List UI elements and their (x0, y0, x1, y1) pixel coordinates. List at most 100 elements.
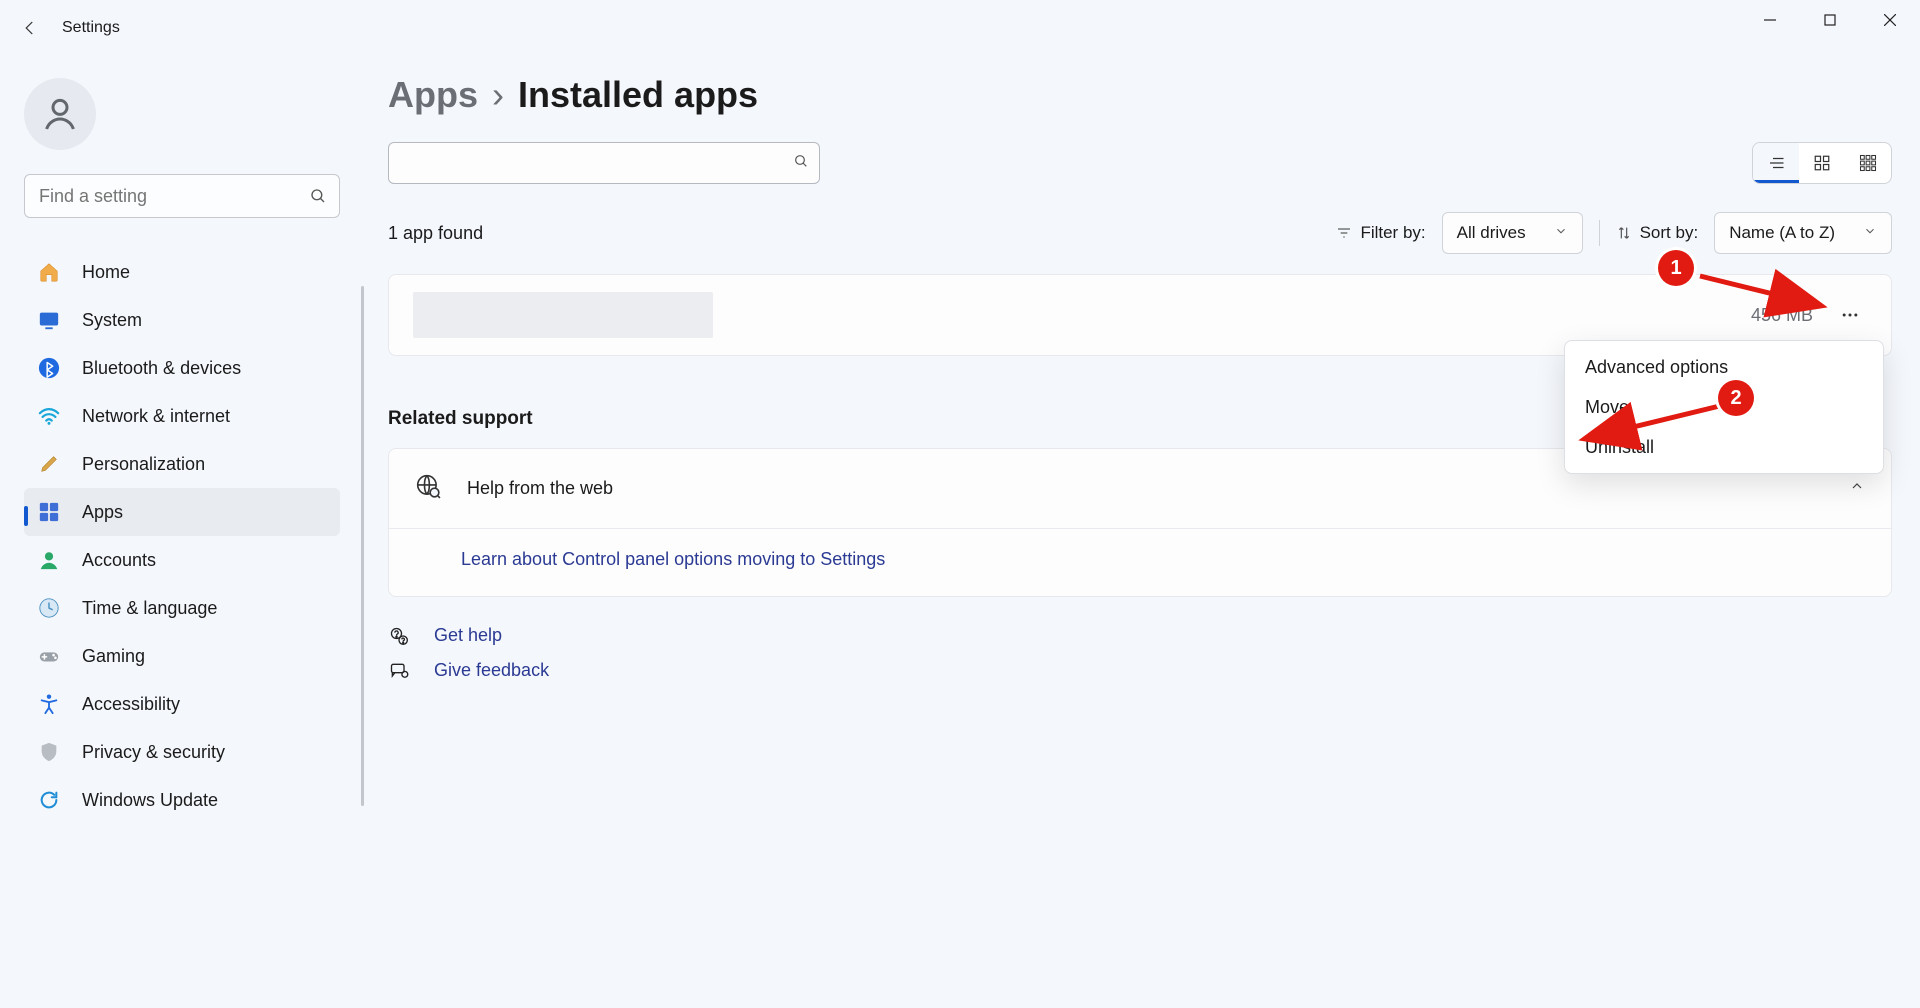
sidebar-search (24, 174, 340, 218)
sidebar-item-label: Bluetooth & devices (82, 358, 241, 379)
filter-controls: Filter by: All drives Sort by: Name (A t… (1336, 212, 1892, 254)
more-horizontal-icon (1840, 305, 1860, 325)
chevron-up-icon (1849, 478, 1865, 499)
view-tiles-button[interactable] (1845, 143, 1891, 183)
search-icon (793, 153, 809, 174)
sidebar-item-apps[interactable]: Apps (24, 488, 340, 536)
back-button[interactable] (10, 8, 50, 48)
sidebar-item-label: Apps (82, 502, 123, 523)
sort-by-label: Sort by: (1616, 223, 1699, 243)
app-name-redacted (413, 292, 713, 338)
main-content: Apps › Installed apps (364, 56, 1920, 1008)
sidebar: Home System Bluetooth & devices Network … (0, 56, 364, 1008)
bluetooth-icon (36, 355, 62, 381)
sidebar-item-home[interactable]: Home (24, 248, 340, 296)
sidebar-item-label: Home (82, 262, 130, 283)
filter-dropdown[interactable]: All drives (1442, 212, 1583, 254)
divider (1599, 220, 1600, 246)
apps-icon (36, 499, 62, 525)
filter-value: All drives (1457, 223, 1526, 243)
app-more-button[interactable] (1833, 298, 1867, 332)
app-search (388, 142, 820, 184)
minimize-icon (1764, 14, 1776, 26)
sidebar-item-time[interactable]: Time & language (24, 584, 340, 632)
sidebar-item-label: Network & internet (82, 406, 230, 427)
minimize-button[interactable] (1740, 0, 1800, 40)
update-icon (36, 787, 62, 813)
sidebar-item-label: Windows Update (82, 790, 218, 811)
view-toggle (1752, 142, 1892, 184)
sidebar-item-label: System (82, 310, 142, 331)
person-icon (36, 547, 62, 573)
support-link[interactable]: Learn about Control panel options moving… (461, 549, 885, 569)
sidebar-item-label: Accounts (82, 550, 156, 571)
search-button[interactable] (296, 174, 340, 218)
window-controls (1740, 0, 1920, 40)
support-title: Help from the web (467, 478, 613, 499)
chevron-right-icon: › (492, 74, 504, 116)
sidebar-item-update[interactable]: Windows Update (24, 776, 340, 824)
sidebar-scrollbar[interactable] (361, 286, 364, 806)
globe-help-icon (415, 473, 441, 504)
sidebar-item-privacy[interactable]: Privacy & security (24, 728, 340, 776)
home-icon (36, 259, 62, 285)
clock-globe-icon (36, 595, 62, 621)
maximize-icon (1824, 14, 1836, 26)
sort-value: Name (A to Z) (1729, 223, 1835, 243)
sidebar-item-accessibility[interactable]: Accessibility (24, 680, 340, 728)
grid-large-icon (1859, 154, 1877, 172)
close-button[interactable] (1860, 0, 1920, 40)
app-size: 456 MB (1751, 305, 1813, 326)
result-count: 1 app found (388, 223, 483, 244)
page-title: Installed apps (518, 74, 758, 116)
sidebar-item-label: Personalization (82, 454, 205, 475)
breadcrumb-root[interactable]: Apps (388, 74, 478, 116)
search-icon (309, 187, 327, 205)
sidebar-item-label: Privacy & security (82, 742, 225, 763)
system-icon (36, 307, 62, 333)
chevron-down-icon (1863, 223, 1877, 243)
sidebar-item-label: Gaming (82, 646, 145, 667)
sidebar-item-system[interactable]: System (24, 296, 340, 344)
search-input[interactable] (24, 174, 340, 218)
sidebar-item-label: Time & language (82, 598, 217, 619)
chevron-down-icon (1554, 223, 1568, 243)
feedback-icon (388, 661, 410, 681)
filter-icon (1336, 225, 1352, 241)
app-context-menu: Advanced options Move Uninstall (1564, 340, 1884, 474)
titlebar: Settings (0, 0, 1920, 56)
avatar (24, 78, 96, 150)
grid-small-icon (1813, 154, 1831, 172)
maximize-button[interactable] (1800, 0, 1860, 40)
window-title: Settings (62, 19, 120, 37)
footer-links: Get help Give feedback (388, 625, 1892, 681)
close-icon (1884, 14, 1896, 26)
account-header[interactable] (24, 78, 340, 150)
ctx-uninstall[interactable]: Uninstall (1565, 427, 1883, 467)
give-feedback-link[interactable]: Give feedback (388, 660, 1892, 681)
shield-icon (36, 739, 62, 765)
user-icon (40, 94, 80, 134)
gamepad-icon (36, 643, 62, 669)
list-icon (1767, 154, 1785, 172)
sidebar-item-network[interactable]: Network & internet (24, 392, 340, 440)
accessibility-icon (36, 691, 62, 717)
view-grid-button[interactable] (1799, 143, 1845, 183)
wifi-icon (36, 403, 62, 429)
sidebar-item-bluetooth[interactable]: Bluetooth & devices (24, 344, 340, 392)
ctx-move[interactable]: Move (1565, 387, 1883, 427)
sidebar-item-accounts[interactable]: Accounts (24, 536, 340, 584)
sidebar-item-label: Accessibility (82, 694, 180, 715)
get-help-link[interactable]: Get help (388, 625, 1892, 646)
sidebar-item-personalization[interactable]: Personalization (24, 440, 340, 488)
help-icon (388, 626, 410, 646)
view-list-button[interactable] (1753, 143, 1799, 183)
sort-dropdown[interactable]: Name (A to Z) (1714, 212, 1892, 254)
nav-active-indicator (24, 506, 28, 526)
sort-icon (1616, 225, 1632, 241)
arrow-left-icon (21, 19, 39, 37)
ctx-advanced-options[interactable]: Advanced options (1565, 347, 1883, 387)
breadcrumb: Apps › Installed apps (388, 74, 1892, 116)
app-search-input[interactable] (399, 154, 793, 172)
sidebar-item-gaming[interactable]: Gaming (24, 632, 340, 680)
